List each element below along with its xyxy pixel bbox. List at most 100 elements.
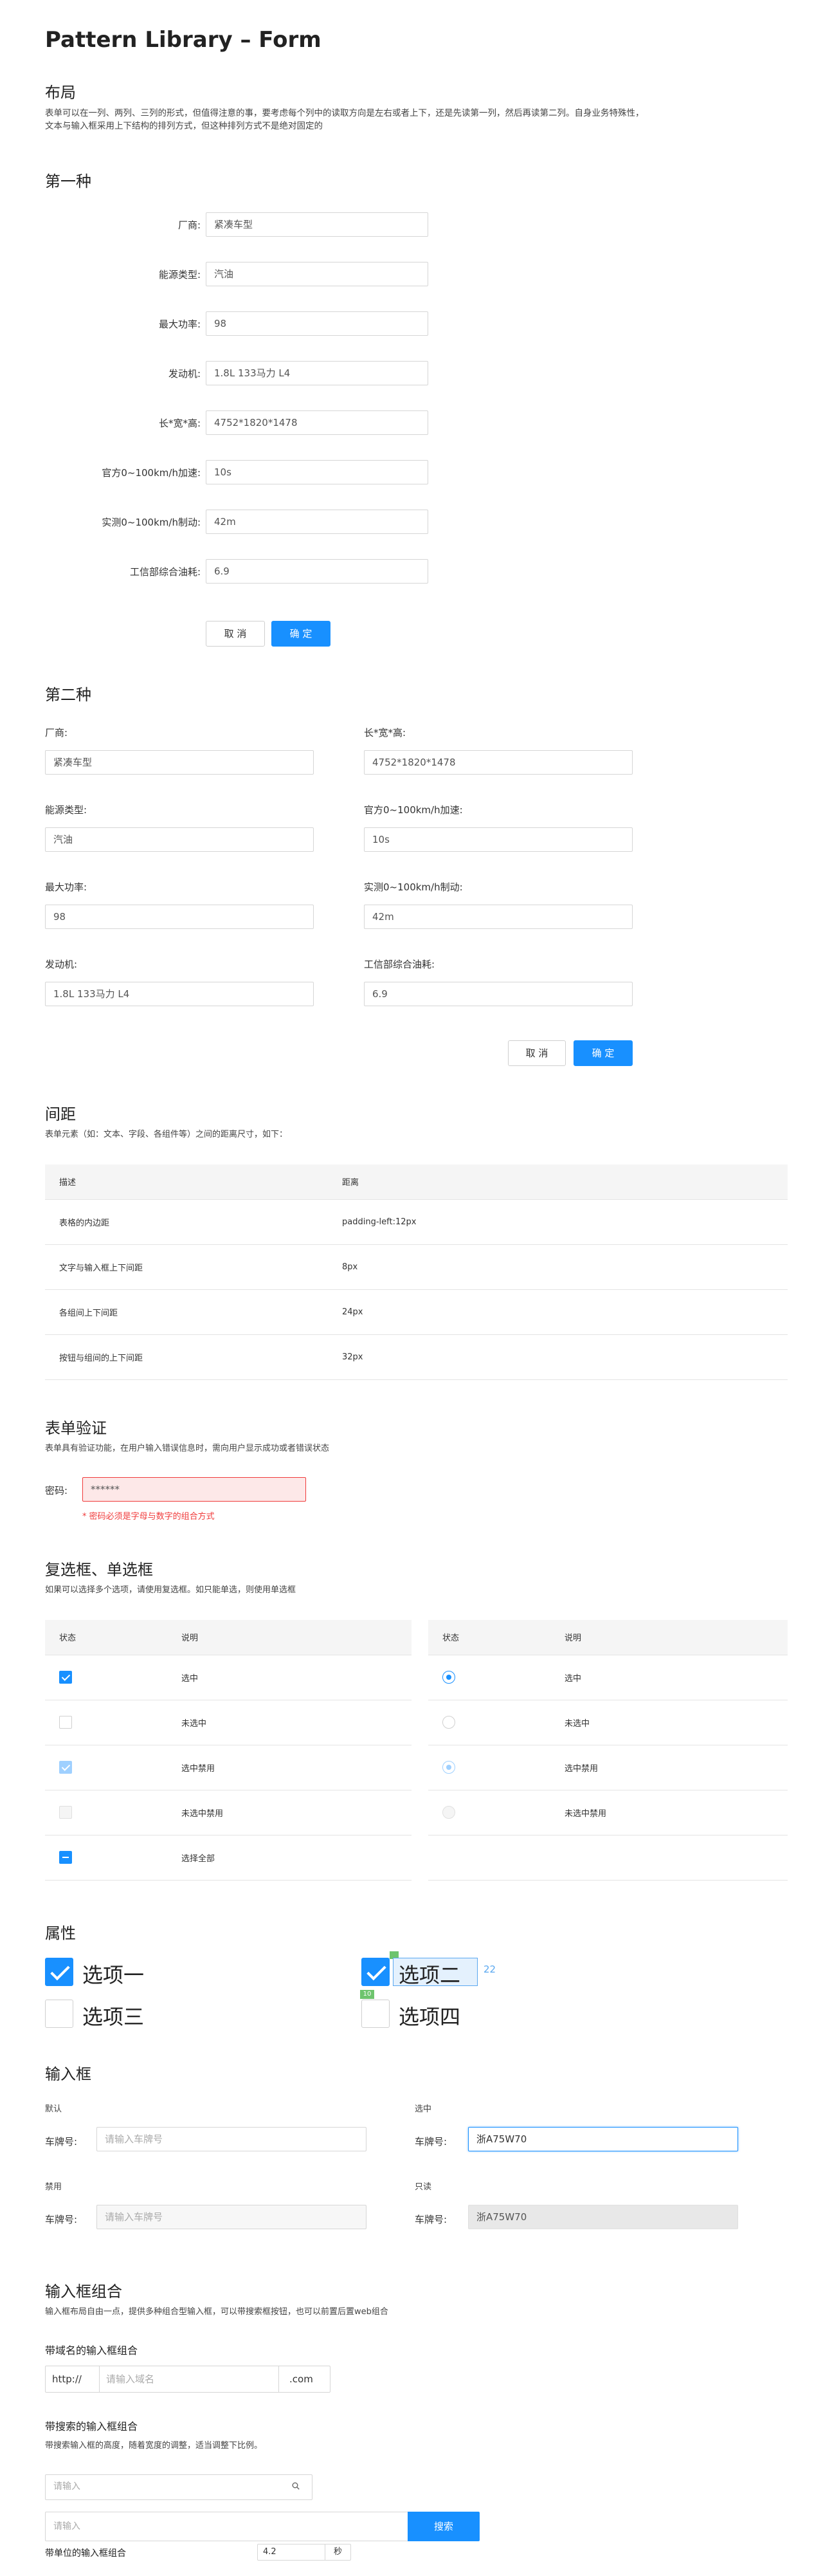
option3-checkbox[interactable]	[45, 2000, 73, 2028]
table-row: 未选中	[428, 1700, 788, 1745]
form2-left-label: 能源类型:	[45, 804, 87, 816]
form1-field-input[interactable]: 1.8L 133马力 L4	[206, 361, 428, 385]
search-title: 带搜索的输入框组合	[45, 2420, 138, 2433]
form1-field-input[interactable]: 紧凑车型	[206, 212, 428, 237]
checkbox-checked-disabled	[59, 1761, 72, 1774]
spacing-desc-cell: 表格的内边距	[45, 1199, 328, 1245]
form1-field-label: 厂商:	[177, 219, 201, 231]
selected-title: 选中	[415, 2104, 432, 2114]
selected-plate-input[interactable]: 浙A75W70	[468, 2127, 738, 2151]
search-button[interactable]: 搜索	[408, 2512, 480, 2541]
form1-field-input[interactable]: 4752*1820*1478	[206, 410, 428, 435]
checkbox-unchecked[interactable]	[59, 1716, 72, 1729]
checkbox-checked[interactable]	[59, 1671, 72, 1684]
form2-right-input[interactable]: 10s	[364, 827, 633, 852]
checkbox-desc-cell: 选择全部	[167, 1835, 412, 1881]
spacing-value-cell: padding-left:12px	[328, 1199, 788, 1245]
form1-field-label: 最大功率:	[158, 318, 201, 330]
form2-right-label: 长*宽*高:	[364, 727, 406, 739]
checkbox-unchecked-disabled	[59, 1806, 72, 1819]
default-plate-input[interactable]: 请输入车牌号	[96, 2127, 366, 2151]
form2-right-input[interactable]: 42m	[364, 905, 633, 929]
readonly-title: 只读	[415, 2182, 432, 2192]
form2-cancel-button[interactable]: 取 消	[508, 1040, 566, 1066]
checkbox-state-cell	[45, 1790, 167, 1835]
form2-left-input[interactable]: 1.8L 133马力 L4	[45, 982, 314, 1006]
password-error: * 密码必须是字母与数字的组合方式	[82, 1512, 215, 1522]
radio-checked[interactable]	[442, 1671, 455, 1684]
option2-checkbox[interactable]	[361, 1958, 390, 1986]
spacing-desc-cell: 按钮与组间的上下间距	[45, 1334, 328, 1380]
radio-checked-disabled	[442, 1761, 455, 1774]
form1-field-input[interactable]: 10s	[206, 460, 428, 484]
checkbox-state-cell	[45, 1700, 167, 1745]
domain-input[interactable]: 请输入域名	[100, 2366, 278, 2392]
checks-heading: 复选框、单选框	[45, 1561, 153, 1579]
table-row: 按钮与组间的上下间距 32px	[45, 1334, 788, 1380]
form1-field-label: 发动机:	[168, 368, 201, 380]
form2-left-input[interactable]: 紧凑车型	[45, 750, 314, 775]
form1-field-input[interactable]: 98	[206, 311, 428, 336]
radio-unchecked[interactable]	[442, 1716, 455, 1729]
checkbox-desc-cell: 未选中	[167, 1700, 412, 1745]
search-icon[interactable]	[292, 2482, 300, 2490]
combo-desc: 输入框布局自由一点，提供多种组合型输入框，可以带搜索框按钮，也可以前置后置web…	[45, 2307, 388, 2317]
default-title: 默认	[45, 2104, 62, 2114]
form1-ok-button[interactable]: 确 定	[271, 621, 330, 647]
form1-field-input[interactable]: 42m	[206, 510, 428, 534]
search-input-large[interactable]: 请输入	[45, 2512, 409, 2541]
option1-label: 选项一	[82, 1963, 145, 1987]
radio-desc-cell: 未选中禁用	[550, 1790, 788, 1835]
checkbox-select-all[interactable]	[59, 1851, 72, 1864]
readonly-plate-input: 浙A75W70	[468, 2205, 738, 2229]
spacing-value-cell: 32px	[328, 1334, 788, 1380]
table-row: 选中	[45, 1655, 412, 1700]
checkbox-desc-cell: 选中	[167, 1655, 412, 1700]
password-input[interactable]: ******	[82, 1477, 306, 1502]
form2-left-input[interactable]: 98	[45, 905, 314, 929]
table-row: 选择全部	[45, 1835, 412, 1881]
spacing-value-cell: 24px	[328, 1289, 788, 1335]
layout-desc-line1: 表单可以在一列、两列、三列的形式，但值得注意的事，要考虑每个列中的读取方向是左右…	[45, 108, 644, 118]
checkbox-col-state: 状态	[45, 1620, 167, 1655]
form1-field-input[interactable]: 汽油	[206, 262, 428, 286]
table-row: 选中禁用	[45, 1745, 412, 1790]
form1-field-input[interactable]: 6.9	[206, 559, 428, 584]
disabled-plate-input: 请输入车牌号	[96, 2205, 366, 2229]
table-row: 文字与输入框上下间距 8px	[45, 1244, 788, 1290]
form2-right-input[interactable]: 4752*1820*1478	[364, 750, 633, 775]
form1-cancel-button[interactable]: 取 消	[206, 621, 265, 647]
option4-checkbox[interactable]	[361, 2000, 390, 2028]
form2-heading: 第二种	[45, 686, 91, 704]
inputs-heading: 输入框	[45, 2065, 91, 2083]
search-input-small[interactable]: 请输入	[45, 2474, 312, 2500]
radio-table: 状态 说明 选中 未选中 选中禁用 未选中禁用	[428, 1620, 788, 1881]
default-plate-label: 车牌号:	[45, 2136, 78, 2148]
unit-input[interactable]: 4.2	[258, 2544, 325, 2560]
radio-desc-cell: 选中	[550, 1655, 788, 1700]
table-row: 表格的内边距 padding-left:12px	[45, 1199, 788, 1245]
form2-ok-button[interactable]: 确 定	[574, 1040, 633, 1066]
form2-left-input[interactable]: 汽油	[45, 827, 314, 852]
checkbox-col-desc: 说明	[167, 1620, 412, 1655]
form2-right-input[interactable]: 6.9	[364, 982, 633, 1006]
props-heading: 属性	[45, 1924, 76, 1942]
form2-left-label: 厂商:	[45, 727, 68, 739]
disabled-plate-label: 车牌号:	[45, 2214, 78, 2225]
radio-unchecked-disabled	[442, 1806, 455, 1819]
validation-heading: 表单验证	[45, 1419, 107, 1437]
page-title: Pattern Library – Form	[45, 27, 321, 53]
domain-title: 带域名的输入框组合	[45, 2344, 138, 2357]
measure-height-label: 10	[360, 1990, 374, 1999]
validation-desc: 表单具有验证功能，在用户输入错误信息时，需向用户显示成功或者错误状态	[45, 1444, 330, 1453]
spacing-desc-cell: 各组间上下间距	[45, 1289, 328, 1335]
option1-checkbox[interactable]	[45, 1958, 73, 1986]
selected-plate-label: 车牌号:	[415, 2136, 448, 2148]
form1-field-label: 实测0~100km/h制动:	[102, 517, 201, 528]
radio-state-cell	[428, 1790, 550, 1835]
table-row: 未选中禁用	[45, 1790, 412, 1835]
radio-state-cell	[428, 1655, 550, 1700]
unit-title: 带单位的输入框组合	[45, 2548, 126, 2559]
disabled-title: 禁用	[45, 2182, 62, 2192]
option2-label: 选项二	[399, 1963, 461, 1987]
